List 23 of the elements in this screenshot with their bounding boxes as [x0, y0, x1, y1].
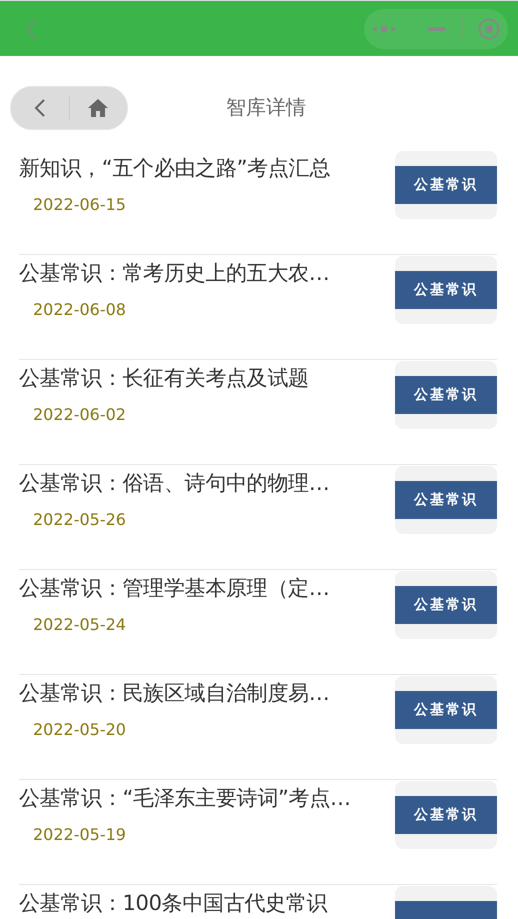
page-title: 智库详情: [226, 94, 306, 121]
article-title[interactable]: 公基常识：长征有关考点及试题: [19, 363, 309, 393]
article-date: 2022-05-26: [33, 510, 126, 529]
article-title[interactable]: 公基常识：俗语、诗句中的物理…: [19, 468, 330, 498]
article-title[interactable]: 公基常识：常考历史上的五大农…: [19, 258, 330, 288]
article-date: 2022-05-24: [33, 615, 126, 634]
article-date: 2022-05-20: [33, 720, 126, 739]
article-date: 2022-06-02: [33, 405, 126, 424]
article-title[interactable]: 新知识，“五个必由之路”考点汇总: [19, 153, 330, 183]
thumbnail-label: 公基常识: [395, 796, 497, 834]
article-date: 2022-05-19: [33, 825, 126, 844]
thumbnail-label: 公基常识: [395, 271, 497, 309]
thumbnail-label: 公基常识: [395, 691, 497, 729]
thumbnail-label: 公基常识: [395, 166, 497, 204]
thumbnail-label: 公基常识: [395, 481, 497, 519]
thumbnail-label: 公基常识: [395, 376, 497, 414]
article-title[interactable]: 公基常识：100条中国古代史常识: [19, 888, 328, 918]
thumbnail-label: 公基常识: [395, 586, 497, 624]
article-date: 2022-06-08: [33, 300, 126, 319]
article-title[interactable]: 公基常识：民族区域自治制度易…: [19, 678, 330, 708]
article-date: 2022-06-15: [33, 195, 126, 214]
article-title[interactable]: 公基常识：管理学基本原理（定…: [19, 573, 330, 603]
article-title[interactable]: 公基常识：“毛泽东主要诗词”考点…: [19, 783, 351, 813]
